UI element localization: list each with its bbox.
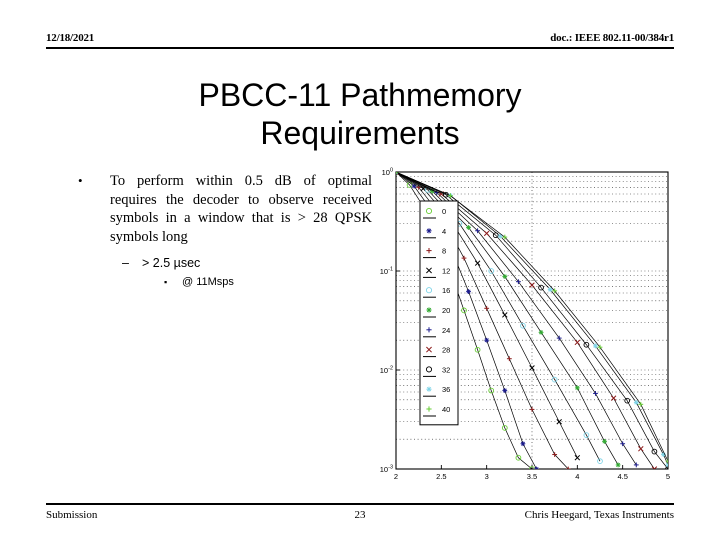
- svg-text:0: 0: [442, 207, 446, 216]
- svg-text:40: 40: [442, 405, 450, 414]
- page-title-line2: Requirements: [260, 115, 460, 151]
- header-date: 12/18/2021: [46, 32, 95, 44]
- page-title-line1: PBCC-11 Pathmemory: [198, 77, 522, 113]
- svg-text:12: 12: [442, 266, 450, 275]
- footer-author: Chris Heegard, Texas Instruments: [524, 509, 674, 521]
- chart-canvas: 100 10-1 10-2 10-32 2.5 3 3.5 4 4.5 5 0 4 8 12 16 20 24 2…: [380, 168, 670, 482]
- bullet-item-primary: • To perform within 0.5 dB of optimal re…: [72, 172, 372, 246]
- svg-text:5: 5: [666, 472, 670, 481]
- svg-text:3.5: 3.5: [527, 472, 537, 481]
- svg-text:10-3: 10-3: [380, 465, 393, 475]
- svg-text:28: 28: [442, 346, 450, 355]
- svg-text:10-2: 10-2: [380, 366, 393, 376]
- bullet-dot-icon: •: [78, 173, 83, 188]
- slide-body: • To perform within 0.5 dB of optimal re…: [72, 172, 372, 290]
- svg-text:2.5: 2.5: [436, 472, 446, 481]
- svg-text:16: 16: [442, 286, 450, 295]
- svg-text:20: 20: [442, 306, 450, 315]
- bullet-item-secondary: – > 2.5 µsec: [72, 255, 372, 272]
- footer-divider: [46, 503, 674, 505]
- header-divider: [46, 47, 674, 49]
- svg-text:4: 4: [442, 227, 446, 236]
- slide-footer: Submission 23 Chris Heegard, Texas Instr…: [46, 503, 674, 527]
- page-title: PBCC-11 Pathmemory Requirements: [60, 76, 660, 152]
- svg-text:10-1: 10-1: [380, 267, 393, 277]
- svg-text:2: 2: [394, 472, 398, 481]
- bullet-square-icon: ▪: [164, 277, 168, 288]
- svg-text:100: 100: [382, 168, 393, 178]
- chart-legend: 0 4 8 12 16 20 24 28 32 36 40: [419, 200, 459, 426]
- slide-header: 12/18/2021 doc.: IEEE 802.11-00/384r1: [46, 32, 674, 54]
- svg-text:32: 32: [442, 365, 450, 374]
- svg-text:24: 24: [442, 326, 450, 335]
- svg-text:4.5: 4.5: [617, 472, 627, 481]
- bullet-text-secondary: > 2.5 µsec: [142, 256, 201, 271]
- bullet-text-primary: To perform within 0.5 dB of optimal requ…: [110, 173, 372, 245]
- bullet-item-tertiary: ▪ @ 11Msps: [72, 275, 372, 290]
- header-document-id: doc.: IEEE 802.11-00/384r1: [550, 32, 674, 44]
- svg-text:4: 4: [575, 472, 579, 481]
- bullet-dash-icon: –: [122, 256, 129, 271]
- svg-text:8: 8: [442, 247, 446, 256]
- bullet-text-tertiary: @ 11Msps: [182, 276, 234, 289]
- svg-text:3: 3: [485, 472, 489, 481]
- svg-text:36: 36: [442, 385, 450, 394]
- ber-performance-chart: 100 10-1 10-2 10-3 2 2.5 3 3.5 4 4.5 5 0 4 8 12 16 20 24 2…: [380, 160, 680, 490]
